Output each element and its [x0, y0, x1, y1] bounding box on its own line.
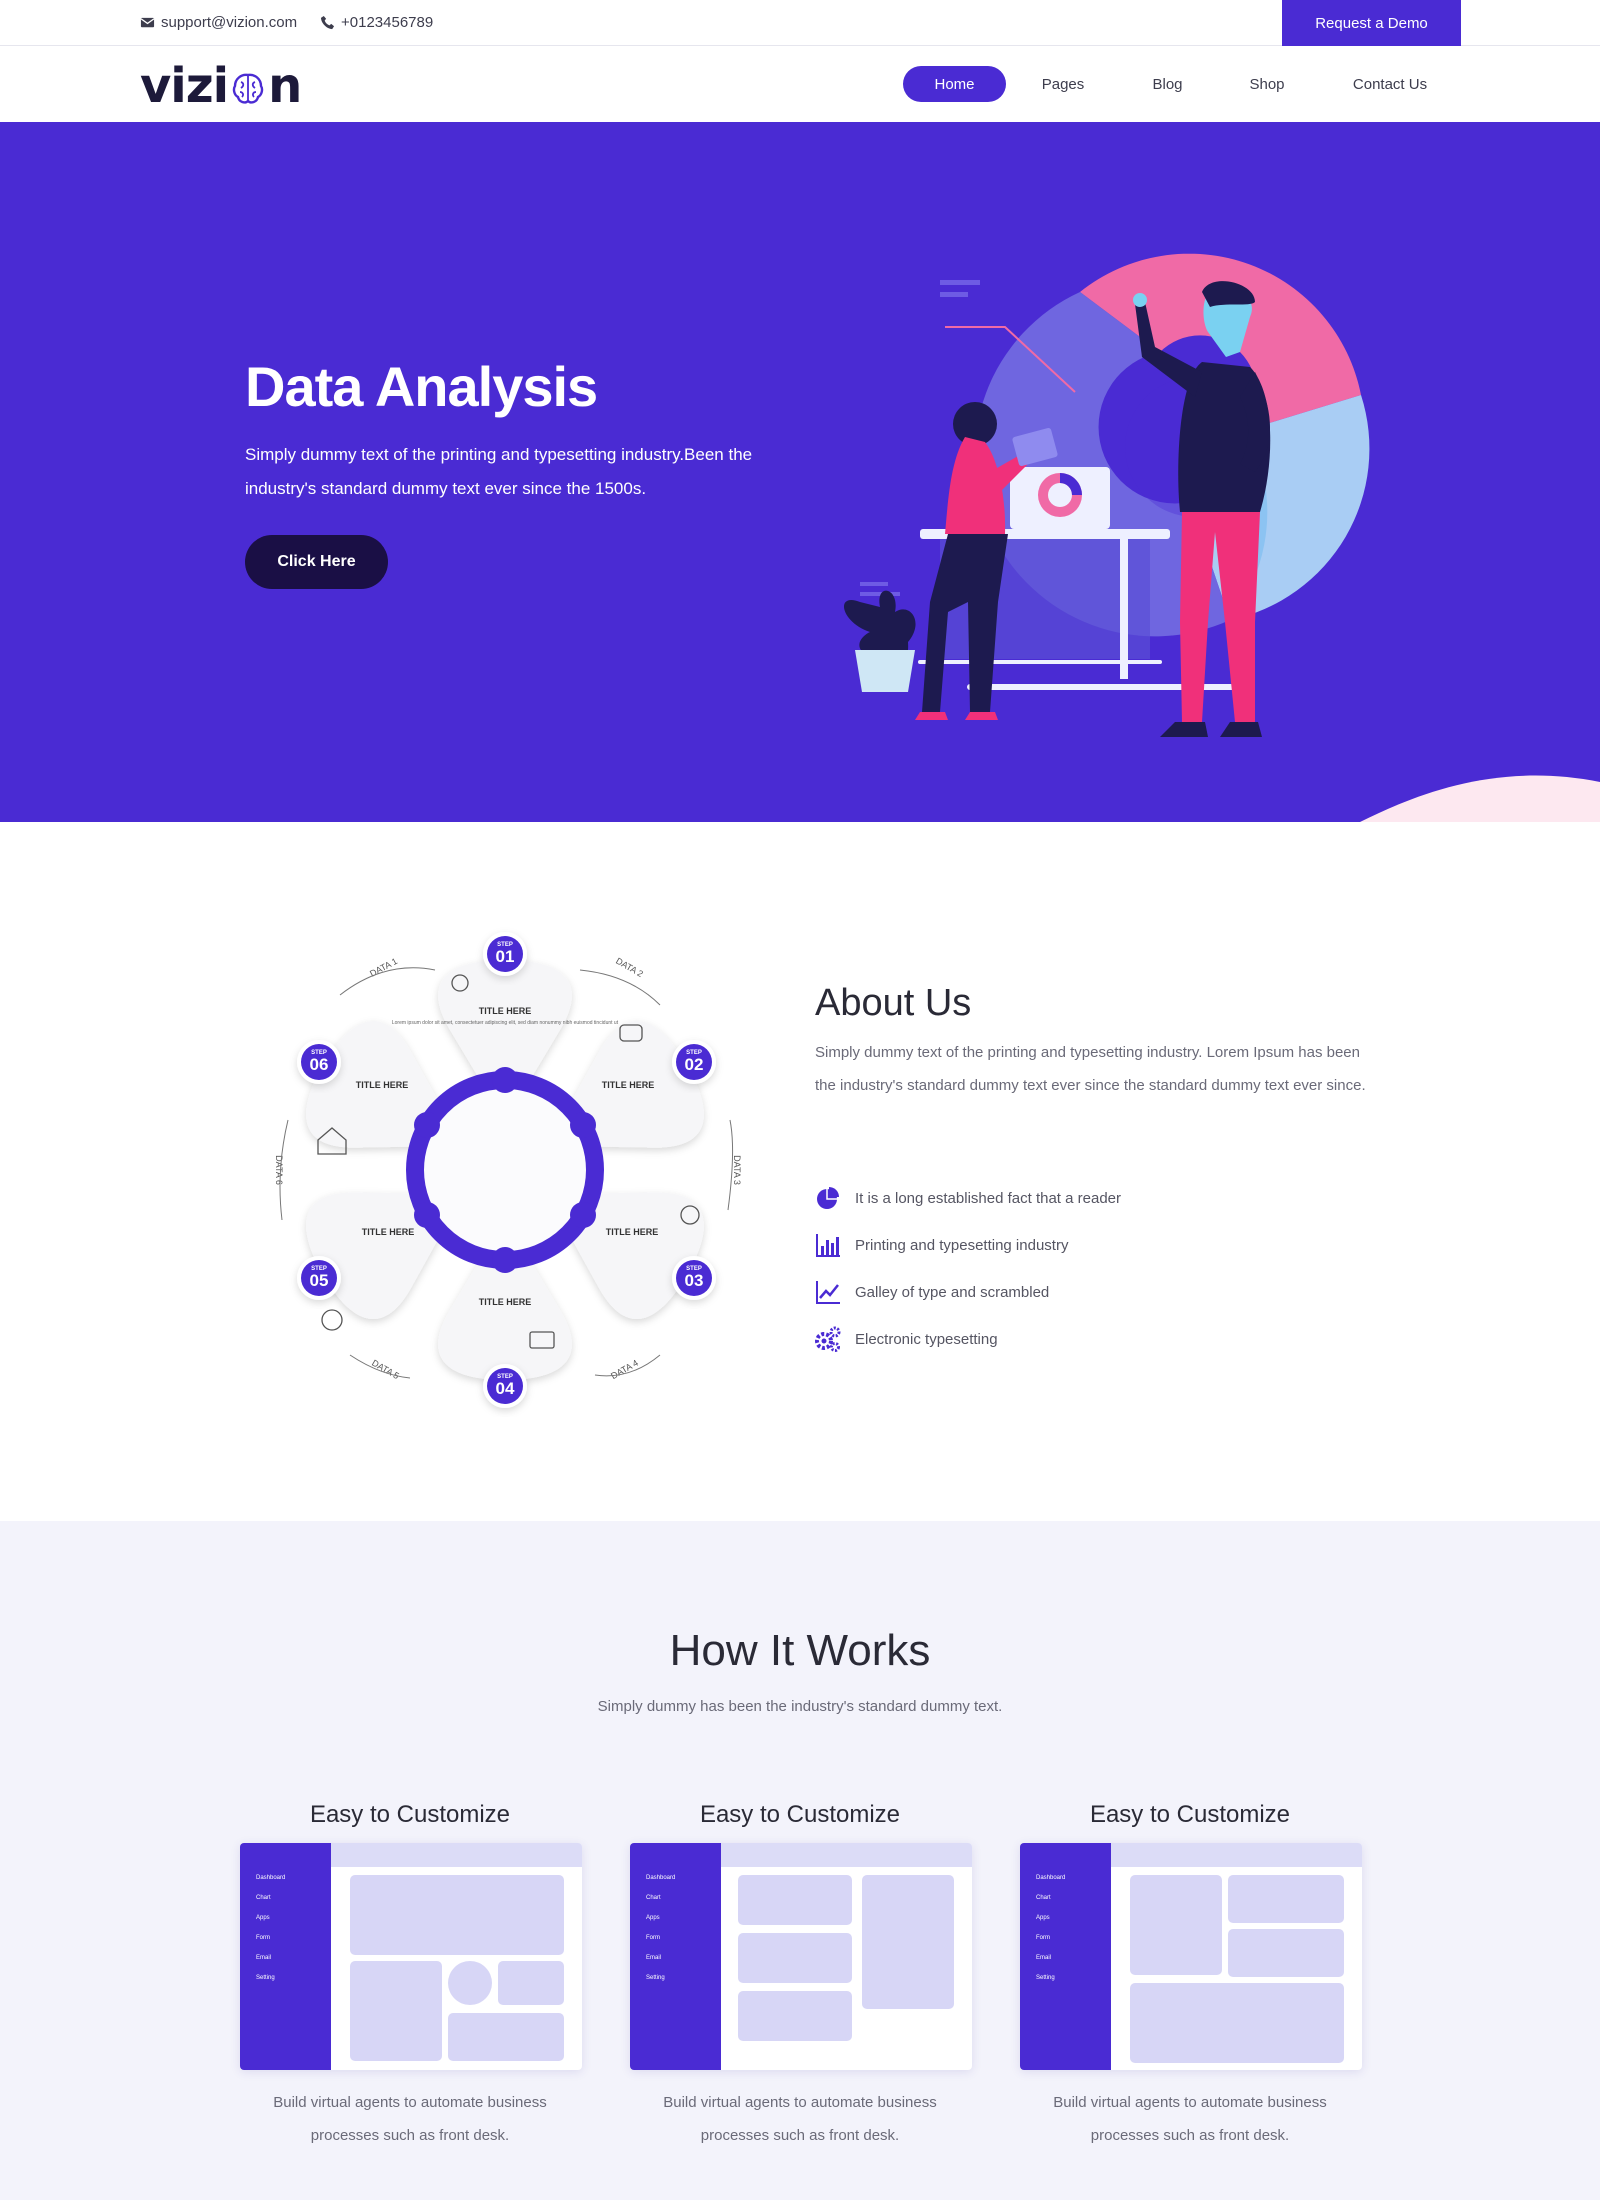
- nav-blog[interactable]: Blog: [1130, 66, 1205, 102]
- vizion-logo[interactable]: vizi n: [140, 58, 302, 114]
- petal-title: TITLE HERE: [362, 1227, 415, 1237]
- step-number-04: 04: [496, 1379, 515, 1398]
- brain-icon: [232, 73, 264, 104]
- line-chart-icon: [816, 1281, 840, 1304]
- petal-title: TITLE HERE: [606, 1227, 659, 1237]
- data-label-6: DATA 6: [274, 1155, 284, 1185]
- card-text: Build virtual agents to automate busines…: [663, 2094, 937, 2144]
- step-badge-01: STEP01: [483, 932, 527, 976]
- step-number-03: 03: [685, 1271, 704, 1290]
- petal-title: TITLE HERE: [479, 1006, 532, 1016]
- card-text: Build virtual agents to automate busines…: [1053, 2094, 1327, 2144]
- hero-wave-decoration: [1360, 775, 1600, 822]
- bar-chart-icon: [816, 1234, 840, 1257]
- feature-item: It is a long established fact that a rea…: [815, 1185, 1121, 1211]
- center-ring: [406, 1067, 604, 1273]
- step-number-06: 06: [310, 1055, 329, 1074]
- card-title: Easy to Customize: [1089, 1801, 1291, 1828]
- step-number-01: 01: [496, 947, 515, 966]
- feature-item: Galley of type and scrambled: [815, 1279, 1049, 1305]
- card-title: Easy to Customize: [309, 1801, 511, 1828]
- logo-text-right: n: [268, 58, 302, 114]
- card-text: Build virtual agents to automate busines…: [273, 2094, 547, 2144]
- top-bar: support@vizion.com +0123456789 Request a…: [0, 0, 1600, 46]
- feature-item: Electronic typesetting: [815, 1326, 998, 1352]
- dashboard-preview: Dashboard Chart Apps Form Email Setting: [630, 1843, 972, 2070]
- step-number-05: 05: [310, 1271, 329, 1290]
- email-contact[interactable]: support@vizion.com: [140, 14, 297, 31]
- feature-label: Electronic typesetting: [855, 1330, 998, 1348]
- phone-icon: [320, 15, 335, 30]
- steps-infographic: STEP01 STEP02 STEP03 STEP04 STEP05 STEP0…: [274, 932, 742, 1408]
- data-label-4: DATA 4: [609, 1358, 640, 1382]
- hero-illustration: [843, 253, 1370, 737]
- data-label-5: DATA 5: [370, 1358, 401, 1382]
- hero-text: Simply dummy text of the printing and ty…: [245, 445, 753, 498]
- request-demo-button[interactable]: Request a Demo: [1282, 0, 1461, 46]
- step-number-02: 02: [685, 1055, 704, 1074]
- feature-label: It is a long established fact that a rea…: [855, 1189, 1121, 1207]
- step-badge-04: STEP04: [483, 1364, 527, 1408]
- nav-home[interactable]: Home: [903, 66, 1006, 102]
- data-label-2: DATA 2: [614, 956, 645, 980]
- about-text: Simply dummy text of the printing and ty…: [815, 1044, 1366, 1094]
- step-badge-06: STEP06: [297, 1040, 341, 1084]
- feature-item: Printing and typesetting industry: [815, 1232, 1068, 1258]
- feature-label: Galley of type and scrambled: [855, 1283, 1050, 1301]
- plant-illustration: [843, 590, 916, 692]
- logo-text-left: vizi: [140, 58, 229, 114]
- about-title: About Us: [815, 982, 972, 1024]
- pie-chart-icon: [817, 1187, 839, 1209]
- nav-shop[interactable]: Shop: [1232, 66, 1302, 102]
- card-title: Easy to Customize: [699, 1801, 901, 1828]
- phone-contact[interactable]: +0123456789: [320, 14, 433, 31]
- petal-title: TITLE HERE: [356, 1080, 409, 1090]
- gears-icon: [815, 1326, 841, 1352]
- envelope-icon: [140, 17, 155, 28]
- click-here-button[interactable]: Click Here: [245, 535, 388, 589]
- clock-icon: [321, 1309, 343, 1331]
- feature-label: Printing and typesetting industry: [855, 1236, 1069, 1254]
- hero-title: Data Analysis: [245, 355, 598, 418]
- step-badge-03: STEP03: [672, 1256, 716, 1300]
- how-title: How It Works: [669, 1626, 931, 1675]
- dashboard-preview: Dashboard Chart Apps Form Email Setting: [1020, 1843, 1362, 2070]
- dashboard-sidebar: Dashboard Chart Apps Form Email Setting: [1020, 1843, 1111, 2070]
- dashboard-sidebar: Dashboard Chart Apps Form Email Setting: [240, 1843, 331, 2070]
- dashboard-sidebar: Dashboard Chart Apps Form Email Setting: [630, 1843, 721, 2070]
- dashboard-preview: Dashboard Chart Apps Form Email Setting: [240, 1843, 582, 2070]
- data-label-3: DATA 3: [732, 1155, 742, 1185]
- nav-contact-us[interactable]: Contact Us: [1332, 66, 1448, 102]
- petal-title: TITLE HERE: [602, 1080, 655, 1090]
- step-badge-05: STEP05: [297, 1256, 341, 1300]
- main-navbar: vizi n Home Pages Blog Shop Contact Us: [0, 46, 1600, 122]
- hero-section: Data Analysis Simply dummy text of the p…: [0, 122, 1600, 822]
- email-text: support@vizion.com: [161, 14, 298, 31]
- phone-text: +0123456789: [341, 14, 434, 31]
- how-subtitle: Simply dummy has been the industry's sta…: [597, 1698, 1003, 1715]
- petal-text: Lorem ipsum dolor sit amet, consectetuer…: [392, 1020, 619, 1026]
- step-badge-02: STEP02: [672, 1040, 716, 1084]
- nav-pages[interactable]: Pages: [1024, 66, 1102, 102]
- petal-title: TITLE HERE: [479, 1297, 532, 1307]
